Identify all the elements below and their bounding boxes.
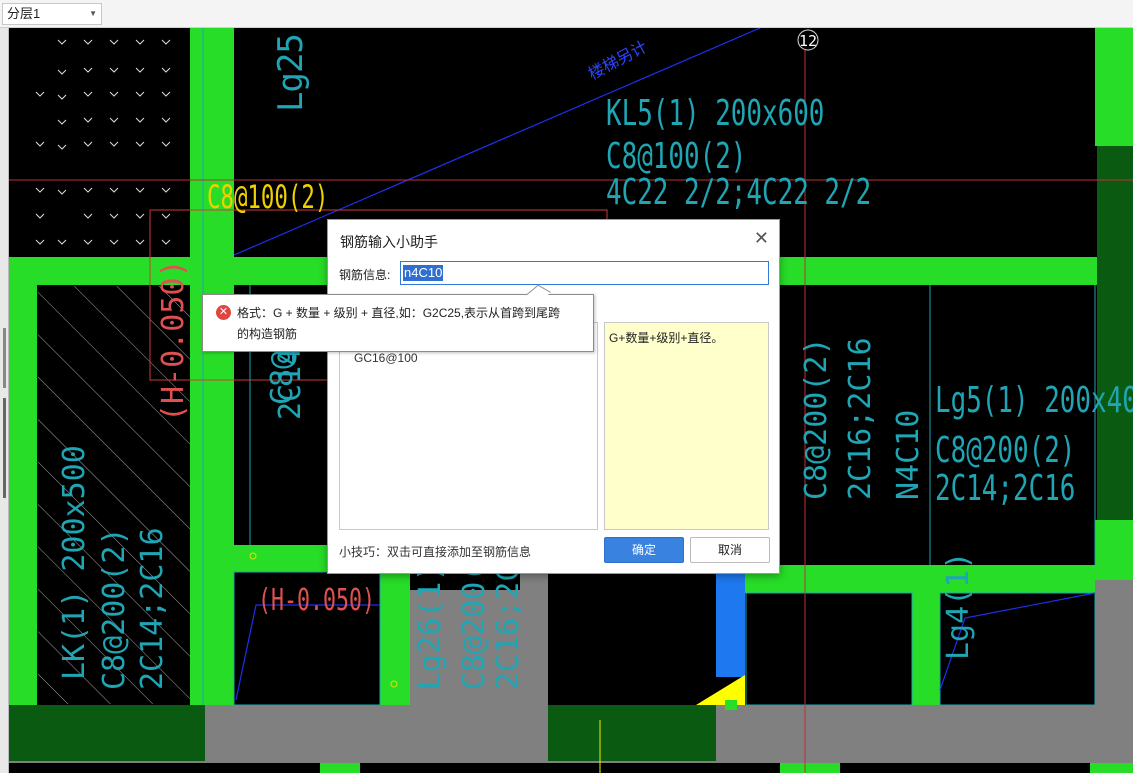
lk1-line1: LK(1) 200x500 bbox=[57, 445, 92, 680]
ok-button[interactable]: 确定 bbox=[604, 537, 684, 563]
rebar-info-value: n4C10 bbox=[403, 265, 444, 281]
lg26-line2: C8@200( bbox=[457, 564, 492, 690]
close-icon[interactable]: ✕ bbox=[754, 228, 769, 248]
format-error-tooltip: ✕ 格式：G + 数量 + 级别 + 直径,如：G2C25,表示从首跨到尾跨 的… bbox=[202, 284, 594, 352]
mid-right-line2: 2C16;2C16 bbox=[843, 337, 878, 500]
top-toolbar: 分层1 ▼ bbox=[0, 0, 1133, 28]
list-item[interactable]: GC16@100 bbox=[354, 351, 418, 365]
layer-select[interactable]: 分层1 ▼ bbox=[2, 3, 102, 25]
rebar-list-panel[interactable]: GC16@100 bbox=[339, 322, 598, 530]
tooltip-line1: 格式：G + 数量 + 级别 + 直径,如：G2C25,表示从首跨到尾跨 bbox=[237, 306, 561, 320]
mid-right-line3: N4C10 bbox=[891, 410, 926, 500]
kl5-line1: KL5(1) 200x600 bbox=[606, 93, 824, 134]
lg26-annotation: Lg26(1) C8@200( 2C16;2C bbox=[413, 564, 526, 690]
chevron-down-icon: ▼ bbox=[89, 9, 97, 18]
lk1-line2: C8@200(2) bbox=[97, 527, 132, 690]
lg26-line1: Lg26(1) bbox=[413, 564, 448, 690]
blue-column bbox=[716, 572, 745, 677]
tooltip-line2: 的构造钢筋 bbox=[237, 327, 298, 341]
cancel-button[interactable]: 取消 bbox=[690, 537, 770, 563]
error-icon: ✕ bbox=[216, 305, 231, 320]
dark-green-slab-mid bbox=[548, 705, 716, 761]
scroll-handle[interactable] bbox=[3, 328, 6, 388]
lg5-line2: C8@200(2) bbox=[935, 430, 1075, 471]
mid-left-line2: 2C14 bbox=[273, 348, 308, 420]
lg25-label: Lg25(1 bbox=[271, 28, 311, 112]
dialog-title: 钢筋输入小助手 bbox=[340, 234, 438, 250]
left-sidebar-strip bbox=[0, 28, 9, 773]
format-help-panel: G+数量+级别+直径。 bbox=[604, 322, 769, 530]
rebar-input-dialog: 钢筋输入小助手 ✕ 钢筋信息: n4C10 GC16@100 G+数量+级别+直… bbox=[327, 219, 780, 574]
lk1-line3: 2C14;2C16 bbox=[135, 527, 170, 690]
c8-yellow-label: C8@100(2) bbox=[207, 178, 328, 216]
lg5-line3: 2C14;2C16 bbox=[935, 468, 1075, 509]
lg5-line1: Lg5(1) 200x400 bbox=[935, 380, 1133, 421]
h-left-label: (H-0.050) bbox=[156, 259, 191, 422]
dark-green-column bbox=[1097, 146, 1133, 520]
format-help-text: G+数量+级别+直径。 bbox=[609, 331, 724, 345]
kl5-line3: 4C22 2/2;4C22 2/2 bbox=[606, 172, 871, 213]
tip-text: 小技巧：双击可直接添加至钢筋信息 bbox=[339, 545, 532, 559]
h-bottom-label: (H-0.050) bbox=[258, 584, 375, 618]
axis-number: 12 bbox=[799, 32, 817, 50]
lg4-label: Lg4(1) bbox=[941, 552, 976, 660]
rebar-info-label: 钢筋信息: bbox=[339, 268, 391, 282]
mid-right-line1: C8@200(2) bbox=[799, 337, 834, 500]
rebar-info-input[interactable]: n4C10 bbox=[400, 261, 769, 285]
green-marker bbox=[725, 700, 737, 710]
layer-select-value: 分层1 bbox=[7, 6, 41, 21]
splitter-handle[interactable] bbox=[3, 398, 6, 498]
dark-green-slab-left bbox=[9, 705, 205, 761]
lg26-line3: 2C16;2C bbox=[491, 564, 526, 690]
